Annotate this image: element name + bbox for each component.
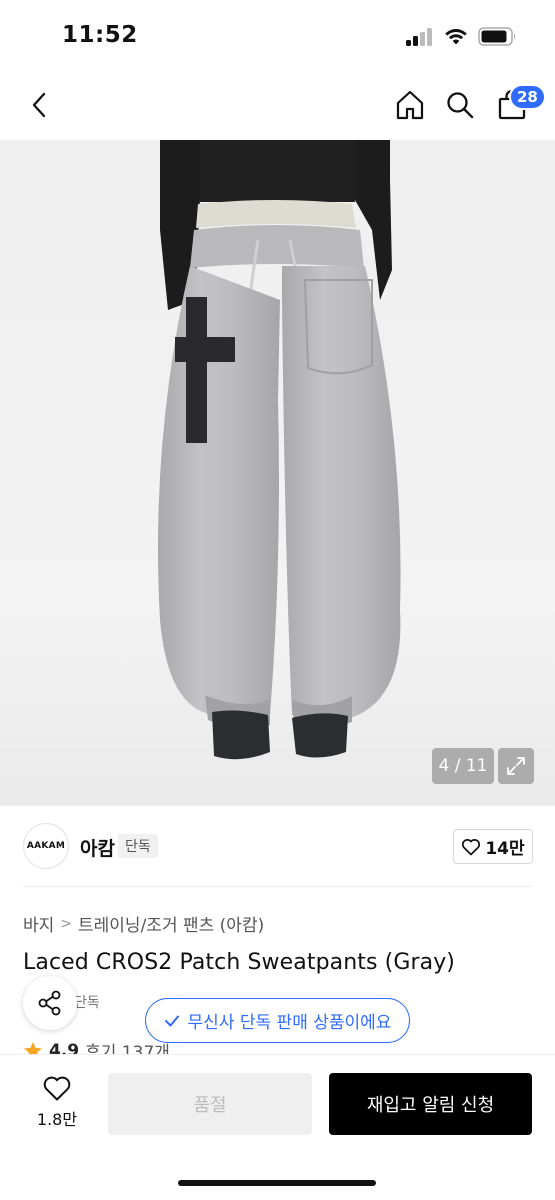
cart-count-badge: 28 xyxy=(509,84,546,110)
status-time: 11:52 xyxy=(62,22,138,48)
bottom-action-bar: 1.8만 품절 재입고 알림 신청 xyxy=(0,1054,555,1200)
search-icon xyxy=(447,92,474,119)
restock-alert-button[interactable]: 재입고 알림 신청 xyxy=(329,1073,532,1135)
exclusive-toast-text: 무신사 단독 판매 상품이에요 xyxy=(187,1013,392,1033)
home-indicator xyxy=(178,1180,376,1186)
home-button[interactable] xyxy=(390,85,430,125)
breadcrumb-subcategory[interactable]: 트레이닝/조거 팬츠 (아캄) xyxy=(78,911,264,936)
exclusive-tag: 단독 xyxy=(118,834,158,858)
breadcrumb: 바지 > 트레이닝/조거 팬츠 (아캄) xyxy=(23,911,264,937)
expand-image-button[interactable] xyxy=(498,748,534,784)
top-navigation xyxy=(0,70,555,140)
chevron-right-icon: > xyxy=(60,915,73,932)
image-counter: 4 / 11 xyxy=(432,748,494,784)
share-icon xyxy=(38,990,61,1016)
exclusive-subtag: 단독 xyxy=(74,995,100,1011)
sold-out-button: 품절 xyxy=(108,1073,312,1135)
heart-icon xyxy=(43,1076,71,1101)
sweatpants-photo xyxy=(158,140,401,760)
divider xyxy=(23,886,532,887)
wishlist-button[interactable]: 1.8만 xyxy=(27,1075,87,1145)
brand-name[interactable]: 아캄 xyxy=(80,834,115,861)
heart-icon xyxy=(462,838,481,855)
battery-icon xyxy=(478,27,516,46)
brand-like-count: 14만 xyxy=(485,839,525,859)
chevron-left-icon xyxy=(32,92,46,118)
home-icon xyxy=(396,90,424,120)
share-button[interactable] xyxy=(23,976,77,1030)
exclusive-toast: 무신사 단독 판매 상품이에요 xyxy=(145,998,410,1043)
brand-logo[interactable]: AAKAM xyxy=(23,823,69,869)
expand-icon xyxy=(507,757,525,775)
status-bar: 11:52 xyxy=(0,0,555,70)
product-title: Laced CROS2 Patch Sweatpants (Gray) xyxy=(23,950,455,975)
wishlist-count: 1.8만 xyxy=(36,1110,78,1129)
brand-like-button[interactable]: 14만 xyxy=(453,829,533,864)
back-button[interactable] xyxy=(20,85,60,125)
breadcrumb-category[interactable]: 바지 xyxy=(23,911,54,936)
check-icon xyxy=(164,1015,179,1026)
product-image[interactable] xyxy=(0,140,555,806)
brand-row: AAKAM 아캄 단독 14만 xyxy=(0,806,555,886)
wifi-icon xyxy=(445,29,467,45)
search-button[interactable] xyxy=(440,85,480,125)
cellular-signal-icon xyxy=(406,28,434,46)
